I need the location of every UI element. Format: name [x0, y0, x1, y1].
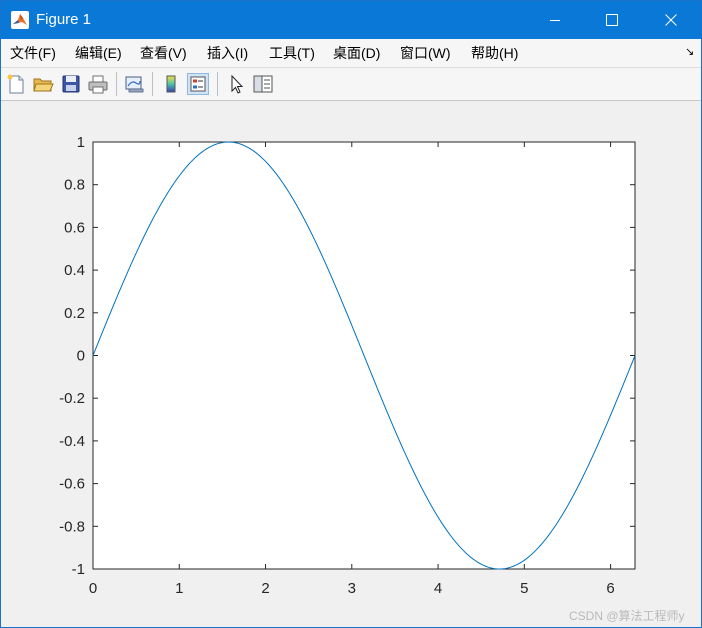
maximize-button[interactable]	[585, 1, 639, 39]
window-title: Figure 1	[36, 11, 92, 28]
menu-window[interactable]: 窗口(W)	[400, 45, 451, 61]
y-tick-label: -0.8	[59, 518, 85, 535]
axes[interactable]: 0 1 2 3 4 5 6 1 0.8 0.6 0.4 0.2 0 -0.2 -0.4 -0.6 -0.8 -1	[1, 101, 701, 627]
menu-tools[interactable]: 工具(T)	[269, 45, 315, 61]
x-tick-label: 2	[261, 580, 269, 597]
pointer-icon[interactable]	[226, 73, 248, 95]
colorbar-icon[interactable]	[160, 73, 182, 95]
y-tick-label: 0.2	[64, 305, 85, 322]
legend-icon[interactable]	[187, 73, 209, 95]
x-tick-label: 0	[89, 580, 97, 597]
x-tick-label: 5	[520, 580, 528, 597]
figure-toolbar	[1, 68, 701, 101]
y-tick-label: 0.4	[64, 262, 85, 279]
dock-arrow-icon[interactable]: ↘	[685, 45, 694, 58]
toolbar-separator	[116, 72, 117, 96]
menu-edit[interactable]: 编辑(E)	[75, 45, 122, 61]
menu-desktop[interactable]: 桌面(D)	[333, 45, 380, 61]
save-icon[interactable]	[60, 73, 82, 95]
print-icon[interactable]	[87, 73, 109, 95]
new-figure-icon[interactable]	[5, 73, 27, 95]
y-tick-label: -0.6	[59, 476, 85, 493]
y-tick-label: -0.2	[59, 390, 85, 407]
toolbar-separator	[217, 72, 218, 96]
link-plot-icon[interactable]	[123, 73, 145, 95]
watermark-text: CSDN @算法工程师y	[569, 609, 685, 623]
title-bar[interactable]: Figure 1	[1, 1, 701, 39]
y-tick-label: -0.4	[59, 433, 85, 450]
open-file-icon[interactable]	[32, 73, 54, 95]
x-tick-label: 1	[175, 580, 183, 597]
close-button[interactable]	[644, 1, 698, 39]
y-tick-label: 0.8	[64, 177, 85, 194]
minimize-icon	[550, 20, 560, 21]
x-tick-label: 4	[434, 580, 442, 597]
y-tick-label: 0	[77, 348, 85, 365]
menu-insert[interactable]: 插入(I)	[207, 45, 248, 61]
menu-view[interactable]: 查看(V)	[140, 45, 187, 61]
close-icon	[665, 14, 677, 26]
y-tick-label: -1	[72, 561, 85, 578]
x-tick-label: 6	[606, 580, 614, 597]
matlab-logo-icon	[11, 11, 29, 29]
toolbar-separator	[152, 72, 153, 96]
maximize-icon	[606, 14, 618, 26]
minimize-button[interactable]	[528, 1, 582, 39]
property-inspector-icon[interactable]	[252, 73, 274, 95]
menu-bar: 文件(F) 编辑(E) 查看(V) 插入(I) 工具(T) 桌面(D) 窗口(W…	[1, 39, 701, 68]
x-tick-label: 3	[348, 580, 356, 597]
y-tick-label: 1	[77, 134, 85, 151]
menu-help[interactable]: 帮助(H)	[471, 45, 518, 61]
figure-window: Figure 1 文件(F) 编辑(E) 查看(V) 插入(I) 工具(T) 桌…	[0, 0, 702, 628]
figure-canvas[interactable]: 0 1 2 3 4 5 6 1 0.8 0.6 0.4 0.2 0 -0.2 -0.4 -0.6 -0.8 -1 …	[1, 101, 701, 627]
y-tick-label: 0.6	[64, 219, 85, 236]
menu-file[interactable]: 文件(F)	[10, 45, 56, 61]
